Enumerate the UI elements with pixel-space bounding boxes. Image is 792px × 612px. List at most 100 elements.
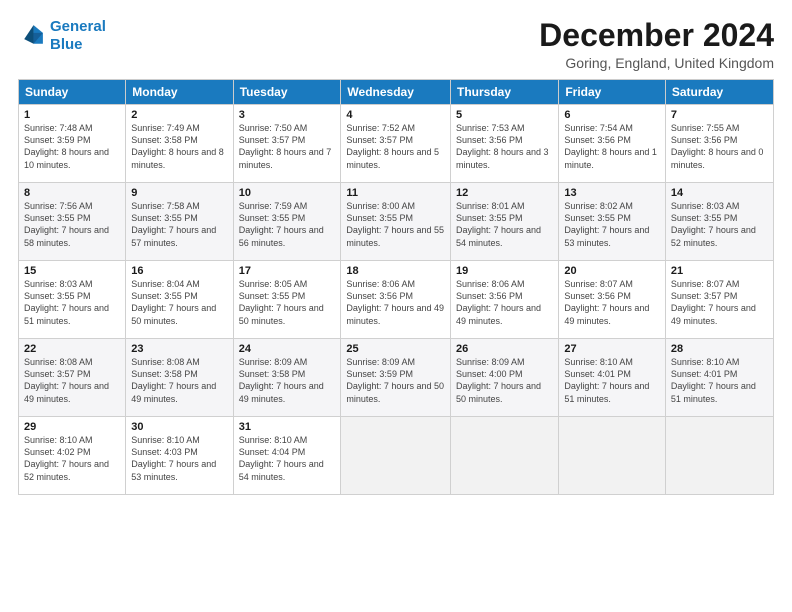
day-number: 19: [456, 265, 553, 277]
day-number: 3: [239, 109, 336, 121]
col-thursday: Thursday: [451, 80, 559, 105]
day-info: Sunrise: 7:48 AMSunset: 3:59 PMDaylight:…: [24, 122, 120, 171]
day-info: Sunrise: 8:07 AMSunset: 3:56 PMDaylight:…: [564, 278, 660, 327]
day-info: Sunrise: 8:10 AMSunset: 4:01 PMDaylight:…: [671, 356, 768, 405]
day-info: Sunrise: 8:10 AMSunset: 4:03 PMDaylight:…: [131, 434, 227, 483]
day-number: 29: [24, 421, 120, 433]
calendar-cell: [559, 417, 666, 495]
day-number: 25: [346, 343, 445, 355]
calendar-cell: 4Sunrise: 7:52 AMSunset: 3:57 PMDaylight…: [341, 105, 451, 183]
day-info: Sunrise: 8:10 AMSunset: 4:02 PMDaylight:…: [24, 434, 120, 483]
calendar-cell: 19Sunrise: 8:06 AMSunset: 3:56 PMDayligh…: [451, 261, 559, 339]
calendar-cell: 12Sunrise: 8:01 AMSunset: 3:55 PMDayligh…: [451, 183, 559, 261]
calendar-cell: 1Sunrise: 7:48 AMSunset: 3:59 PMDaylight…: [19, 105, 126, 183]
calendar-cell: [665, 417, 773, 495]
calendar-cell: 22Sunrise: 8:08 AMSunset: 3:57 PMDayligh…: [19, 339, 126, 417]
logo: General Blue: [18, 18, 106, 54]
day-info: Sunrise: 8:05 AMSunset: 3:55 PMDaylight:…: [239, 278, 336, 327]
col-tuesday: Tuesday: [233, 80, 341, 105]
calendar-cell: 30Sunrise: 8:10 AMSunset: 4:03 PMDayligh…: [126, 417, 233, 495]
day-number: 30: [131, 421, 227, 433]
calendar-cell: 10Sunrise: 7:59 AMSunset: 3:55 PMDayligh…: [233, 183, 341, 261]
calendar-week-row-1: 1Sunrise: 7:48 AMSunset: 3:59 PMDaylight…: [19, 105, 774, 183]
day-number: 23: [131, 343, 227, 355]
day-info: Sunrise: 8:06 AMSunset: 3:56 PMDaylight:…: [346, 278, 445, 327]
day-number: 2: [131, 109, 227, 121]
calendar-cell: 23Sunrise: 8:08 AMSunset: 3:58 PMDayligh…: [126, 339, 233, 417]
day-info: Sunrise: 8:06 AMSunset: 3:56 PMDaylight:…: [456, 278, 553, 327]
calendar-cell: 18Sunrise: 8:06 AMSunset: 3:56 PMDayligh…: [341, 261, 451, 339]
day-info: Sunrise: 8:02 AMSunset: 3:55 PMDaylight:…: [564, 200, 660, 249]
day-info: Sunrise: 8:09 AMSunset: 3:59 PMDaylight:…: [346, 356, 445, 405]
col-monday: Monday: [126, 80, 233, 105]
calendar-cell: 16Sunrise: 8:04 AMSunset: 3:55 PMDayligh…: [126, 261, 233, 339]
day-number: 22: [24, 343, 120, 355]
calendar-cell: 9Sunrise: 7:58 AMSunset: 3:55 PMDaylight…: [126, 183, 233, 261]
calendar-cell: 17Sunrise: 8:05 AMSunset: 3:55 PMDayligh…: [233, 261, 341, 339]
day-info: Sunrise: 8:03 AMSunset: 3:55 PMDaylight:…: [671, 200, 768, 249]
calendar-week-row-2: 8Sunrise: 7:56 AMSunset: 3:55 PMDaylight…: [19, 183, 774, 261]
day-info: Sunrise: 8:09 AMSunset: 3:58 PMDaylight:…: [239, 356, 336, 405]
day-info: Sunrise: 7:59 AMSunset: 3:55 PMDaylight:…: [239, 200, 336, 249]
day-number: 16: [131, 265, 227, 277]
calendar-cell: 20Sunrise: 8:07 AMSunset: 3:56 PMDayligh…: [559, 261, 666, 339]
day-info: Sunrise: 7:54 AMSunset: 3:56 PMDaylight:…: [564, 122, 660, 171]
day-number: 1: [24, 109, 120, 121]
day-number: 18: [346, 265, 445, 277]
day-info: Sunrise: 7:56 AMSunset: 3:55 PMDaylight:…: [24, 200, 120, 249]
day-info: Sunrise: 7:52 AMSunset: 3:57 PMDaylight:…: [346, 122, 445, 171]
day-info: Sunrise: 7:49 AMSunset: 3:58 PMDaylight:…: [131, 122, 227, 171]
calendar-cell: 3Sunrise: 7:50 AMSunset: 3:57 PMDaylight…: [233, 105, 341, 183]
logo-icon: [18, 22, 46, 50]
col-friday: Friday: [559, 80, 666, 105]
day-info: Sunrise: 8:10 AMSunset: 4:04 PMDaylight:…: [239, 434, 336, 483]
day-info: Sunrise: 8:08 AMSunset: 3:57 PMDaylight:…: [24, 356, 120, 405]
calendar-cell: 21Sunrise: 8:07 AMSunset: 3:57 PMDayligh…: [665, 261, 773, 339]
day-number: 12: [456, 187, 553, 199]
day-number: 4: [346, 109, 445, 121]
calendar-cell: 5Sunrise: 7:53 AMSunset: 3:56 PMDaylight…: [451, 105, 559, 183]
col-wednesday: Wednesday: [341, 80, 451, 105]
calendar-cell: 8Sunrise: 7:56 AMSunset: 3:55 PMDaylight…: [19, 183, 126, 261]
col-sunday: Sunday: [19, 80, 126, 105]
calendar-week-row-5: 29Sunrise: 8:10 AMSunset: 4:02 PMDayligh…: [19, 417, 774, 495]
day-number: 15: [24, 265, 120, 277]
day-number: 7: [671, 109, 768, 121]
day-number: 28: [671, 343, 768, 355]
day-number: 26: [456, 343, 553, 355]
calendar-cell: 6Sunrise: 7:54 AMSunset: 3:56 PMDaylight…: [559, 105, 666, 183]
day-info: Sunrise: 7:55 AMSunset: 3:56 PMDaylight:…: [671, 122, 768, 171]
day-number: 27: [564, 343, 660, 355]
calendar-cell: 15Sunrise: 8:03 AMSunset: 3:55 PMDayligh…: [19, 261, 126, 339]
header: General Blue December 2024 Goring, Engla…: [18, 18, 774, 71]
day-number: 14: [671, 187, 768, 199]
calendar-cell: [341, 417, 451, 495]
calendar-cell: 11Sunrise: 8:00 AMSunset: 3:55 PMDayligh…: [341, 183, 451, 261]
day-info: Sunrise: 8:03 AMSunset: 3:55 PMDaylight:…: [24, 278, 120, 327]
day-info: Sunrise: 7:50 AMSunset: 3:57 PMDaylight:…: [239, 122, 336, 171]
calendar-table: Sunday Monday Tuesday Wednesday Thursday…: [18, 79, 774, 495]
day-info: Sunrise: 8:07 AMSunset: 3:57 PMDaylight:…: [671, 278, 768, 327]
calendar-cell: 31Sunrise: 8:10 AMSunset: 4:04 PMDayligh…: [233, 417, 341, 495]
day-number: 11: [346, 187, 445, 199]
day-info: Sunrise: 8:00 AMSunset: 3:55 PMDaylight:…: [346, 200, 445, 249]
logo-text: General Blue: [50, 18, 106, 54]
day-info: Sunrise: 8:04 AMSunset: 3:55 PMDaylight:…: [131, 278, 227, 327]
day-number: 17: [239, 265, 336, 277]
day-number: 10: [239, 187, 336, 199]
subtitle: Goring, England, United Kingdom: [539, 55, 774, 71]
day-number: 8: [24, 187, 120, 199]
calendar-cell: 7Sunrise: 7:55 AMSunset: 3:56 PMDaylight…: [665, 105, 773, 183]
day-number: 31: [239, 421, 336, 433]
calendar-cell: 27Sunrise: 8:10 AMSunset: 4:01 PMDayligh…: [559, 339, 666, 417]
title-section: December 2024 Goring, England, United Ki…: [539, 18, 774, 71]
day-number: 6: [564, 109, 660, 121]
day-info: Sunrise: 8:10 AMSunset: 4:01 PMDaylight:…: [564, 356, 660, 405]
calendar-cell: 14Sunrise: 8:03 AMSunset: 3:55 PMDayligh…: [665, 183, 773, 261]
col-saturday: Saturday: [665, 80, 773, 105]
day-number: 20: [564, 265, 660, 277]
page: General Blue December 2024 Goring, Engla…: [0, 0, 792, 612]
calendar-cell: 26Sunrise: 8:09 AMSunset: 4:00 PMDayligh…: [451, 339, 559, 417]
calendar-week-row-3: 15Sunrise: 8:03 AMSunset: 3:55 PMDayligh…: [19, 261, 774, 339]
day-number: 13: [564, 187, 660, 199]
